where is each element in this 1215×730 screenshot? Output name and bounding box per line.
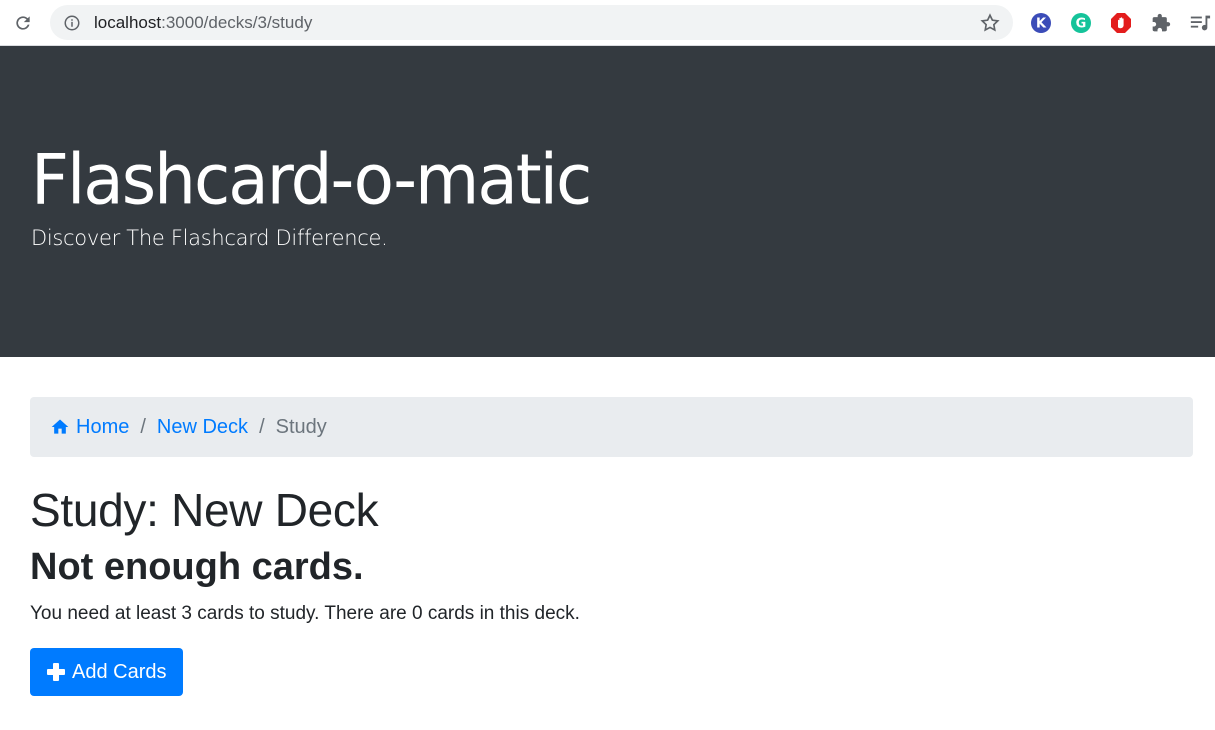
add-cards-label: Add Cards	[72, 660, 167, 683]
k-extension-icon[interactable]: K	[1029, 11, 1053, 35]
breadcrumb-deck-link[interactable]: New Deck	[157, 416, 248, 439]
address-bar[interactable]: localhost:3000/decks/3/study	[50, 5, 1013, 40]
not-enough-cards-heading: Not enough cards.	[30, 546, 364, 588]
adblock-icon[interactable]	[1109, 11, 1133, 35]
breadcrumb-separator: /	[259, 415, 265, 438]
url-path: :3000/decks/3/study	[161, 12, 313, 32]
breadcrumb: Home / New Deck / Study	[30, 397, 1193, 457]
puzzle-icon[interactable]	[1149, 11, 1173, 35]
svg-text:G: G	[1076, 17, 1087, 32]
home-icon	[51, 419, 69, 434]
plus-icon	[47, 663, 65, 681]
reload-icon[interactable]	[0, 0, 46, 46]
app-tagline: Discover The Flashcard Difference.	[31, 226, 388, 250]
app-title: Flashcard-o-matic	[31, 139, 592, 221]
jumbotron-header: Flashcard-o-matic Discover The Flashcard…	[0, 46, 1215, 357]
add-cards-button[interactable]: Add Cards	[30, 648, 183, 696]
browser-toolbar: localhost:3000/decks/3/study K G	[0, 0, 1215, 46]
bookmark-star-icon[interactable]	[979, 12, 1001, 34]
main-container: Home / New Deck / Study Study: New Deck …	[0, 397, 1215, 696]
not-enough-cards-message: You need at least 3 cards to study. Ther…	[30, 603, 580, 624]
site-info-icon[interactable]	[50, 5, 94, 40]
url-host: localhost	[94, 12, 162, 32]
svg-text:K: K	[1036, 17, 1047, 32]
page-title: Study: New Deck	[30, 484, 379, 536]
url-text: localhost:3000/decks/3/study	[94, 13, 312, 33]
breadcrumb-home-link[interactable]: Home	[50, 416, 129, 439]
grammarly-icon[interactable]: G	[1069, 11, 1093, 35]
media-playlist-icon[interactable]	[1188, 11, 1212, 35]
breadcrumb-current: Study	[275, 415, 327, 438]
breadcrumb-home-label: Home	[76, 415, 130, 438]
breadcrumb-separator: /	[140, 415, 146, 438]
